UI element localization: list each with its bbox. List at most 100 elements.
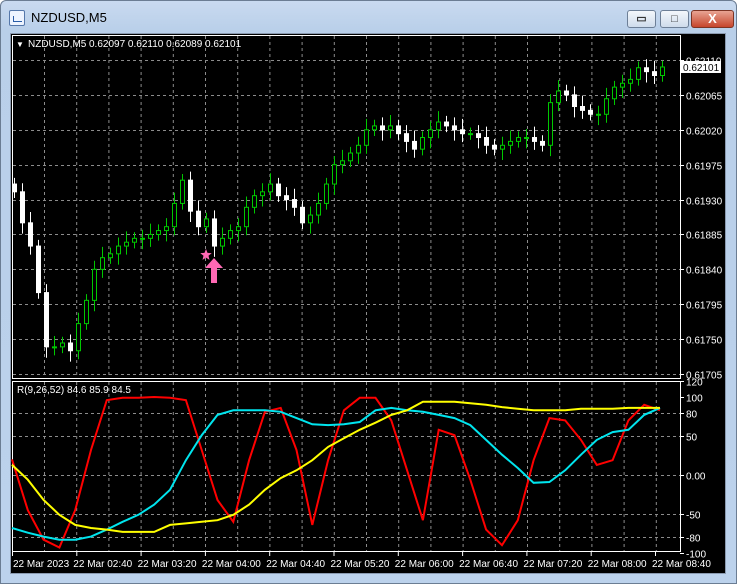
time-tick-label: 22 Mar 03:20 [138,559,197,570]
candle-body [180,179,185,204]
price-tick-label: 0.62065 [686,92,723,103]
candle-body [44,292,49,348]
candle-body [500,144,505,150]
candle-body [92,268,97,301]
candle-body [556,90,561,104]
candle-body [548,102,553,146]
candle-body [316,202,321,216]
candle [660,60,665,82]
candle [364,118,369,154]
candle-body [60,342,65,348]
candle-body [20,191,25,224]
indicator-tick-label: -50 [686,511,701,522]
time-tick-label: 22 Mar 06:40 [459,559,518,570]
candle-body [84,299,89,325]
candle [500,136,505,161]
candle-body [404,133,409,142]
time-tick-label: 22 Mar 07:20 [523,559,582,570]
indicator-tick-label: 120 [686,378,703,389]
candle [260,183,265,207]
time-tick-label: 22 Mar 08:40 [652,559,711,570]
candle-body [12,183,17,193]
price-tick-label: 0.61795 [686,301,723,312]
candle-body [332,164,337,185]
candle [268,173,273,201]
candle-body [492,144,497,150]
candle [188,171,193,223]
candle [212,210,217,257]
buy-signal-marker [200,249,223,283]
candle [404,125,409,153]
candle [564,84,569,102]
candle [324,177,329,210]
candle [628,68,633,92]
candle [220,227,225,255]
indicator-label: R(9,26,52) 84.6 85.9 84.5 [17,385,131,396]
time-tick-label: 22 Mar 02:40 [73,559,132,570]
indicator-tick-label: 100 [686,394,703,405]
candle [580,95,585,119]
chart-menu-icon[interactable]: ▼ [16,40,24,49]
candle-body [76,323,81,352]
price-chart[interactable]: 0.621100.620650.620200.619750.619300.618… [0,0,737,584]
candle [508,130,513,154]
candle-body [164,226,169,232]
candle-body [412,140,417,150]
candle [380,117,385,141]
candle [20,183,25,234]
candle [516,131,521,148]
candle-body [340,160,345,166]
candle [348,146,353,167]
candle [180,173,185,210]
candle-body [420,137,425,150]
candle-body [636,67,641,80]
candle [36,239,41,299]
candle-body [428,129,433,139]
main-pane-border [12,35,681,379]
candle-body [276,183,281,197]
candle [340,149,345,174]
candle [52,336,57,356]
candle-body [124,241,129,247]
candle-body [436,121,441,131]
time-tick-label: 22 Mar 2023 [13,559,70,570]
candle [436,111,441,139]
candle-body [236,226,241,232]
candle-body [116,245,121,255]
price-tick-label: 0.61975 [686,162,723,173]
candle-body [100,257,105,270]
candles [12,59,665,362]
candle-body [156,230,161,235]
time-tick-label: 22 Mar 06:00 [395,559,454,570]
candle-body [300,206,305,224]
candle [420,131,425,156]
candle [252,189,257,214]
candle [612,80,617,105]
candle-body [148,233,153,239]
candle-body [380,125,385,131]
candle-body [292,199,297,208]
candle-body [524,137,529,140]
candle [108,247,113,264]
candle [316,192,321,224]
candle [396,119,401,140]
candle [228,224,233,245]
current-price-label: 0.62101 [683,63,720,74]
price-tick-label: 0.61930 [686,197,723,208]
candle-body [244,206,249,228]
candle [196,200,201,236]
candle-body [476,133,481,139]
candle [116,237,121,265]
candle [12,177,17,199]
chart-symbol: NZDUSD,M5 [28,39,87,50]
candle [356,136,361,164]
time-tick-label: 22 Mar 04:40 [266,559,325,570]
candle-body [348,152,353,162]
candle-body [196,210,201,228]
price-tick-label: 0.61840 [686,266,723,277]
candle-body [620,82,625,88]
candle [492,139,497,156]
candle [588,104,593,121]
candle-body [172,202,177,228]
price-tick-label: 0.61885 [686,231,723,242]
